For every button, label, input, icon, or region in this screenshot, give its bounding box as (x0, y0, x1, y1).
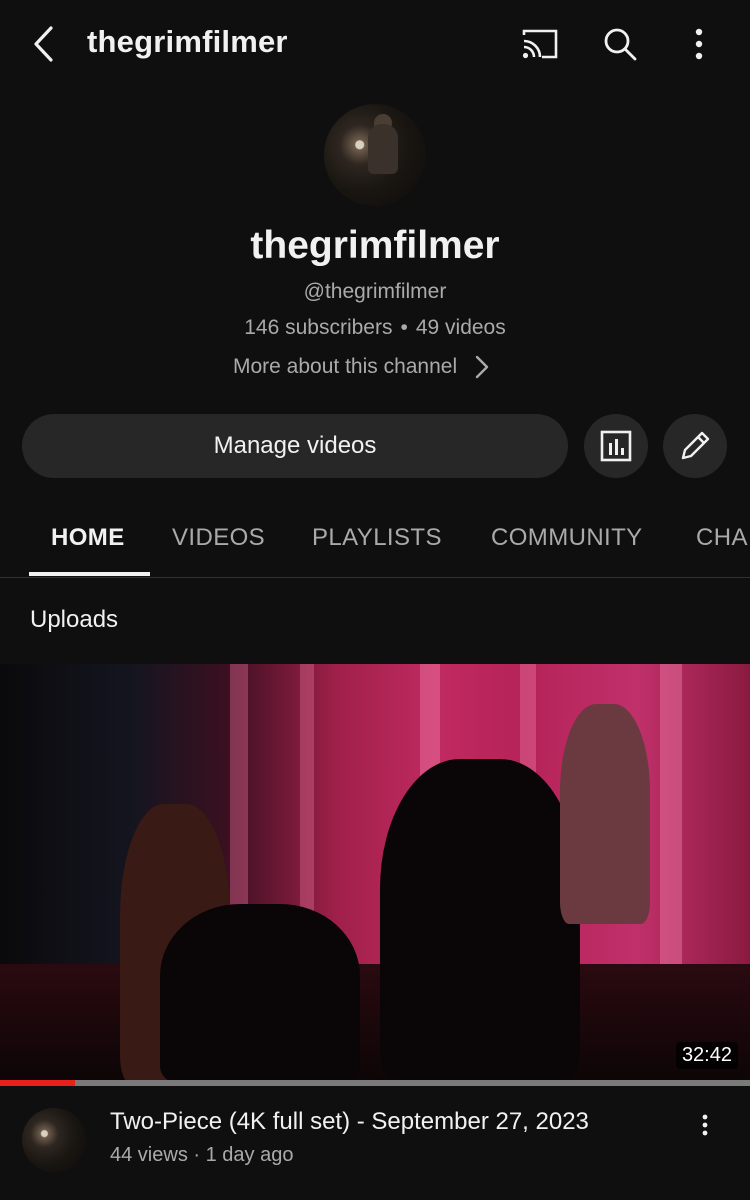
video-title[interactable]: Two-Piece (4K full set) - September 27, … (110, 1108, 589, 1136)
uploads-section-title: Uploads (30, 606, 119, 633)
tab-playlists[interactable]: PLAYLISTS (312, 524, 442, 552)
manage-videos-button[interactable]: Manage videos (22, 414, 568, 478)
watch-progress-fill (0, 1080, 75, 1086)
more-vert-icon (702, 1114, 708, 1136)
active-tab-indicator (29, 572, 150, 576)
channel-stats: 146 subscribers • 49 videos (0, 316, 750, 340)
back-icon (34, 26, 53, 62)
channel-handle: @thegrimfilmer (303, 280, 447, 303)
edit-pencil-icon (681, 431, 710, 460)
channel-name: thegrimfilmer (250, 224, 500, 267)
subscriber-count: 146 subscribers (244, 316, 393, 339)
video-duration-badge: 32:42 (675, 1042, 738, 1069)
search-icon (604, 28, 637, 61)
video-meta-separator: · (193, 1144, 201, 1166)
video-meta: 44 views · 1 day ago (110, 1144, 293, 1167)
tab-community[interactable]: COMMUNITY (491, 524, 643, 552)
video-more-button[interactable] (692, 1110, 718, 1140)
video-views: 44 views (110, 1144, 188, 1166)
video-channel-avatar[interactable] (22, 1108, 86, 1172)
video-count: 49 videos (415, 316, 506, 339)
tab-channels[interactable]: CHA (696, 524, 748, 552)
tab-home[interactable]: HOME (51, 524, 125, 552)
tab-videos[interactable]: VIDEOS (172, 524, 265, 552)
cast-button[interactable] (518, 24, 562, 64)
analytics-button[interactable] (584, 414, 648, 478)
channel-tabs: HOME VIDEOS PLAYLISTS COMMUNITY CHA (0, 498, 750, 578)
analytics-icon (600, 430, 632, 462)
back-button[interactable] (26, 22, 60, 66)
cast-icon (522, 29, 558, 59)
more-vert-icon (695, 28, 703, 60)
more-about-channel-link[interactable]: More about this channel (233, 355, 489, 379)
header-title: thegrimfilmer (87, 24, 288, 59)
video-info-row[interactable]: Two-Piece (4K full set) - September 27, … (0, 1100, 750, 1200)
video-thumbnail[interactable] (0, 664, 750, 1084)
search-button[interactable] (598, 22, 642, 66)
watch-progress-bar (0, 1080, 750, 1086)
channel-avatar[interactable] (324, 104, 426, 206)
more-options-button[interactable] (680, 22, 718, 66)
top-app-bar: thegrimfilmer (0, 0, 750, 88)
edit-channel-button[interactable] (663, 414, 727, 478)
more-about-label: More about this channel (233, 355, 458, 378)
chevron-right-icon (475, 355, 489, 379)
video-age: 1 day ago (205, 1144, 294, 1166)
stats-separator: • (400, 316, 408, 339)
